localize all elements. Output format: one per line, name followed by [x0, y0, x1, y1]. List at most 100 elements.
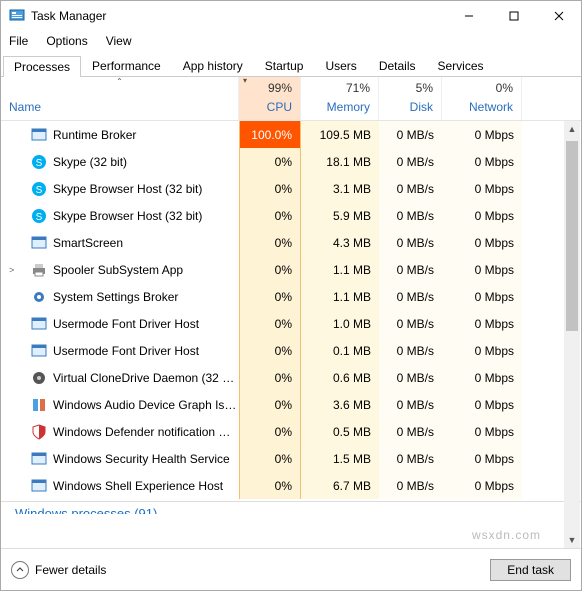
table-row[interactable]: SSkype Browser Host (32 bit)0%5.9 MB0 MB…	[1, 202, 581, 229]
process-name-cell: Windows Shell Experience Host	[1, 478, 239, 494]
cell-disk: 0 MB/s	[379, 202, 442, 229]
group-header[interactable]: Windows processes (91)	[1, 502, 581, 514]
table-row[interactable]: SmartScreen0%4.3 MB0 MB/s0 Mbps	[1, 229, 581, 256]
process-name: SmartScreen	[53, 236, 123, 250]
column-header-memory[interactable]: 71% Memory	[301, 77, 379, 120]
cell-cpu: 0%	[239, 445, 301, 472]
cell-net: 0 Mbps	[442, 202, 522, 229]
table-row[interactable]: Runtime Broker100.0%109.5 MB0 MB/s0 Mbps	[1, 121, 581, 148]
app-icon	[9, 8, 25, 24]
table-row[interactable]: Windows Security Health Service0%1.5 MB0…	[1, 445, 581, 472]
table-row[interactable]: Usermode Font Driver Host0%1.0 MB0 MB/s0…	[1, 310, 581, 337]
svg-text:S: S	[36, 185, 43, 196]
cell-mem: 1.5 MB	[301, 445, 379, 472]
app-icon	[31, 316, 47, 332]
process-name: Windows Shell Experience Host	[53, 479, 223, 493]
cell-cpu: 100.0%	[239, 121, 301, 148]
fewer-details-button[interactable]: Fewer details	[11, 561, 106, 579]
scroll-up-icon[interactable]: ▲	[564, 121, 580, 137]
watermark: wsxdn.com	[472, 528, 541, 542]
expand-icon[interactable]: >	[9, 265, 14, 275]
process-name: Windows Defender notification …	[53, 425, 230, 439]
table-row[interactable]: >Spooler SubSystem App0%1.1 MB0 MB/s0 Mb…	[1, 256, 581, 283]
process-name-cell: Usermode Font Driver Host	[1, 316, 239, 332]
cell-mem: 18.1 MB	[301, 148, 379, 175]
column-header-disk[interactable]: 5% Disk	[379, 77, 442, 120]
table-row[interactable]: Windows Shell Experience Host 0%6.7 MB0 M…	[1, 472, 581, 499]
cell-disk: 0 MB/s	[379, 256, 442, 283]
table-row[interactable]: Usermode Font Driver Host0%0.1 MB0 MB/s0…	[1, 337, 581, 364]
table-row[interactable]: Virtual CloneDrive Daemon (32 …0%0.6 MB0…	[1, 364, 581, 391]
cell-cpu: 0%	[239, 283, 301, 310]
cell-mem: 1.0 MB	[301, 310, 379, 337]
process-name: Spooler SubSystem App	[53, 263, 183, 277]
cell-mem: 3.1 MB	[301, 175, 379, 202]
cell-net: 0 Mbps	[442, 445, 522, 472]
cell-mem: 4.3 MB	[301, 229, 379, 256]
cell-net: 0 Mbps	[442, 121, 522, 148]
menu-options[interactable]: Options	[46, 34, 87, 48]
table-row[interactable]: SSkype Browser Host (32 bit)0%3.1 MB0 MB…	[1, 175, 581, 202]
process-name: Virtual CloneDrive Daemon (32 …	[53, 371, 234, 385]
process-name-cell: SSkype (32 bit)	[1, 154, 239, 170]
cell-disk: 0 MB/s	[379, 148, 442, 175]
process-name-cell: SmartScreen	[1, 235, 239, 251]
tab-performance[interactable]: Performance	[81, 55, 172, 76]
process-name-cell: Runtime Broker	[1, 127, 239, 143]
tab-users[interactable]: Users	[314, 55, 367, 76]
cell-disk: 0 MB/s	[379, 337, 442, 364]
gear-icon	[31, 289, 47, 305]
tab-details[interactable]: Details	[368, 55, 427, 76]
scrollbar[interactable]: ▲ ▼	[564, 121, 580, 548]
tab-services[interactable]: Services	[427, 55, 495, 76]
caret-icon: ⌃	[116, 77, 123, 86]
cell-mem: 0.6 MB	[301, 364, 379, 391]
sort-indicator-icon: ▾	[243, 76, 247, 85]
process-name: Usermode Font Driver Host	[53, 317, 199, 331]
window-title: Task Manager	[31, 9, 446, 23]
end-task-button[interactable]: End task	[490, 559, 571, 581]
cell-disk: 0 MB/s	[379, 283, 442, 310]
process-name-cell: > Spooler SubSystem App	[1, 262, 239, 278]
app-icon	[31, 343, 47, 359]
maximize-button[interactable]	[491, 1, 536, 31]
audio-icon	[31, 397, 47, 413]
cell-mem: 0.5 MB	[301, 418, 379, 445]
svg-text:S: S	[36, 158, 43, 169]
cell-disk: 0 MB/s	[379, 418, 442, 445]
cell-disk: 0 MB/s	[379, 472, 442, 499]
column-headers: ⌃ Name ▾ 99% CPU 71% Memory 5% Disk 0% N…	[1, 77, 581, 121]
menu-file[interactable]: File	[9, 34, 28, 48]
tab-app-history[interactable]: App history	[172, 55, 254, 76]
scroll-thumb[interactable]	[566, 141, 578, 331]
cell-net: 0 Mbps	[442, 148, 522, 175]
table-row[interactable]: Windows Defender notification … 0%0.5 MB0…	[1, 418, 581, 445]
cell-mem: 1.1 MB	[301, 283, 379, 310]
cell-cpu: 0%	[239, 472, 301, 499]
cell-cpu: 0%	[239, 175, 301, 202]
cell-cpu: 0%	[239, 202, 301, 229]
cell-mem: 6.7 MB	[301, 472, 379, 499]
tab-processes[interactable]: Processes	[3, 56, 81, 77]
cell-cpu: 0%	[239, 418, 301, 445]
cell-disk: 0 MB/s	[379, 175, 442, 202]
app-icon	[31, 127, 47, 143]
titlebar: Task Manager	[1, 1, 581, 31]
table-row[interactable]: Windows Audio Device Graph Is…0%3.6 MB0 …	[1, 391, 581, 418]
table-row[interactable]: SSkype (32 bit)0%18.1 MB0 MB/s0 Mbps	[1, 148, 581, 175]
menu-view[interactable]: View	[106, 34, 132, 48]
close-button[interactable]	[536, 1, 581, 31]
cell-cpu: 0%	[239, 364, 301, 391]
skype-icon: S	[31, 154, 47, 170]
column-header-cpu[interactable]: ▾ 99% CPU	[239, 77, 301, 120]
tab-startup[interactable]: Startup	[254, 55, 315, 76]
printer-icon	[31, 262, 47, 278]
table-row[interactable]: System Settings Broker0%1.1 MB0 MB/s0 Mb…	[1, 283, 581, 310]
cell-net: 0 Mbps	[442, 175, 522, 202]
scroll-down-icon[interactable]: ▼	[564, 532, 580, 548]
minimize-button[interactable]	[446, 1, 491, 31]
column-header-network[interactable]: 0% Network	[442, 77, 522, 120]
menubar: File Options View	[1, 31, 581, 51]
column-header-name[interactable]: ⌃ Name	[1, 77, 239, 120]
process-name: System Settings Broker	[53, 290, 178, 304]
